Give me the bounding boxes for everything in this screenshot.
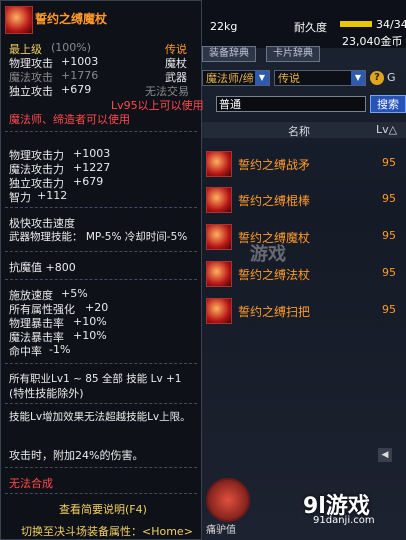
weapon-icon bbox=[206, 261, 232, 287]
anti-magic: 抗魔值 +800 bbox=[9, 261, 76, 274]
class-select-value: 魔法师/缔 bbox=[206, 72, 254, 85]
divider bbox=[5, 493, 197, 494]
extra-stat-value: +10% bbox=[73, 329, 107, 342]
stat-value: +679 bbox=[73, 175, 104, 188]
avatar-label: 痛驴值 bbox=[206, 525, 236, 536]
status-bar: 22kg 耐久度 34/34 23,040金币 bbox=[202, 0, 406, 48]
stat-value: +1003 bbox=[73, 147, 111, 160]
item-title: 誓约之缚魔杖 bbox=[35, 12, 108, 26]
skill-bonus: 所有职业Lv1 ~ 85 全部 技能 Lv +1 bbox=[9, 373, 182, 385]
weapon-icon bbox=[206, 151, 232, 177]
base-stat-value: +679 bbox=[61, 83, 92, 96]
skill-bonus-note: (特性技能除外) bbox=[9, 387, 84, 400]
item-level: 95 bbox=[382, 303, 396, 316]
watermark-center: 游戏 bbox=[250, 244, 286, 265]
item-level: 95 bbox=[382, 192, 396, 205]
weapon-icon bbox=[206, 224, 232, 250]
view-description-link[interactable]: 查看简要说明(F4) bbox=[59, 501, 147, 517]
class-select[interactable]: 魔法师/缔 ▼ bbox=[202, 70, 270, 86]
column-name[interactable]: 名称 bbox=[288, 123, 310, 139]
divider bbox=[5, 251, 197, 252]
grade-percent: (100%) bbox=[51, 41, 92, 54]
column-level[interactable]: Lv△ bbox=[376, 123, 397, 136]
divider bbox=[5, 279, 197, 280]
list-item[interactable]: 誓约之缚战矛 95 bbox=[202, 148, 406, 180]
extra-stat-value: +5% bbox=[61, 287, 88, 300]
watermark-url: 91danji.com bbox=[313, 515, 375, 526]
avatar bbox=[206, 478, 250, 522]
search-input[interactable]: 普通 bbox=[216, 96, 366, 112]
list-item[interactable]: 誓约之缚扫把 95 bbox=[202, 295, 406, 327]
durability-label: 耐久度 bbox=[294, 21, 327, 34]
extra-stat-value: +20 bbox=[85, 301, 109, 314]
durability-value: 34/34 bbox=[376, 18, 406, 31]
divider bbox=[5, 363, 197, 364]
divider bbox=[5, 207, 197, 208]
divider bbox=[5, 131, 197, 132]
dictionary-tabs: 装备辞典 卡片辞典 bbox=[202, 46, 406, 62]
item-level: 95 bbox=[382, 266, 396, 279]
item-level: 95 bbox=[382, 156, 396, 169]
no-synthesis: 无法合成 bbox=[9, 477, 53, 490]
stat-value: +112 bbox=[37, 189, 68, 202]
scroll-left-arrow-icon[interactable]: ◀ bbox=[378, 448, 392, 462]
switch-pvp-stats[interactable]: 切换至决斗场装备属性：<Home> bbox=[21, 523, 193, 539]
item-name: 誓约之缚法杖 bbox=[238, 268, 311, 282]
extra-stat-label: 命中率 bbox=[9, 345, 42, 358]
weapon-icon bbox=[206, 298, 232, 324]
item-name: 誓约之缚棍棒 bbox=[238, 194, 311, 208]
divider bbox=[5, 403, 197, 404]
rarity-select[interactable]: 传说 ▼ bbox=[274, 70, 366, 86]
class-requirement: 魔法师、缔造者可以使用 bbox=[9, 113, 130, 126]
rarity-select-value: 传说 bbox=[278, 72, 300, 85]
effect-text: 攻击时，附加24%的伤害。 bbox=[9, 449, 144, 462]
list-item[interactable]: 誓约之缚魔杖 95 bbox=[202, 221, 406, 253]
item-name: 誓约之缚扫把 bbox=[238, 305, 311, 319]
weapon-skill: 武器物理技能： MP-5% 冷却时间-5% bbox=[9, 231, 188, 243]
effect-text: 技能Lv增加效果无法超越技能Lv上限。 bbox=[9, 411, 191, 423]
list-item[interactable]: 誓约之缚棍棒 95 bbox=[202, 184, 406, 216]
weight-value: 22kg bbox=[210, 20, 238, 33]
extra-stat-value: +10% bbox=[73, 315, 107, 328]
staff-icon bbox=[5, 6, 33, 34]
item-dictionary-panel: 22kg 耐久度 34/34 23,040金币 装备辞典 卡片辞典 魔法师/缔 … bbox=[202, 0, 406, 540]
question-icon[interactable]: ? bbox=[370, 71, 384, 85]
tab-card-dictionary[interactable]: 卡片辞典 bbox=[266, 46, 320, 62]
extra-stat-value: -1% bbox=[49, 343, 71, 356]
chevron-down-icon[interactable]: ▼ bbox=[255, 71, 269, 85]
item-name: 誓约之缚战矛 bbox=[238, 158, 311, 172]
stat-value: +1227 bbox=[73, 161, 111, 174]
search-button[interactable]: 搜索 bbox=[370, 95, 406, 113]
list-header: 名称 Lv△ bbox=[202, 122, 406, 138]
weapon-icon bbox=[206, 187, 232, 213]
tab-equipment-dictionary[interactable]: 装备辞典 bbox=[202, 46, 256, 62]
list-item[interactable]: 誓约之缚法杖 95 bbox=[202, 258, 406, 290]
item-tooltip: 誓约之缚魔杖 最上级 (100%) 传说 物理攻击 +1003 魔杖 魔法攻击 … bbox=[0, 0, 204, 540]
base-stat-value: +1003 bbox=[61, 55, 99, 68]
divider bbox=[5, 467, 197, 468]
help-label: G bbox=[387, 71, 396, 84]
base-stat-value: +1776 bbox=[61, 69, 99, 82]
chevron-down-icon[interactable]: ▼ bbox=[351, 71, 365, 85]
stat-label: 智力 bbox=[9, 191, 31, 204]
item-level: 95 bbox=[382, 229, 396, 242]
base-stat-label: 独立攻击 bbox=[9, 85, 53, 98]
durability-bar bbox=[340, 21, 372, 27]
